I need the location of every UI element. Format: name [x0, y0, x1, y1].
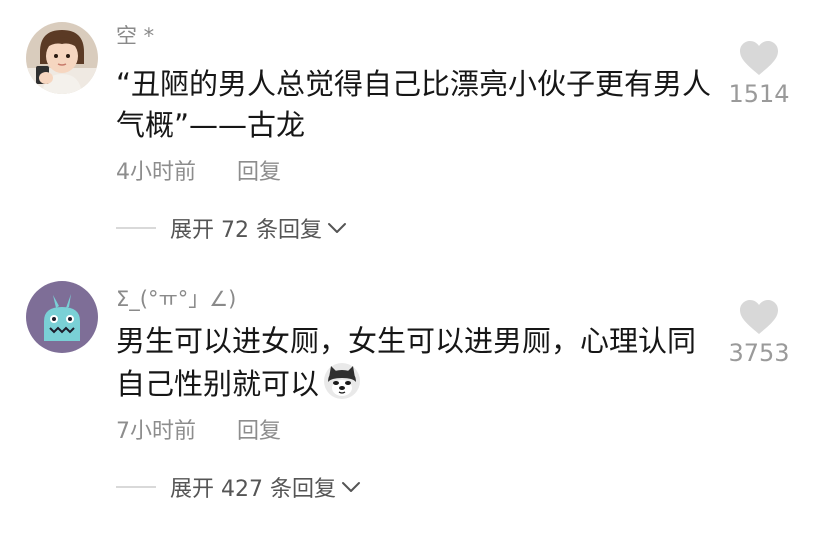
like-count: 3753 — [728, 339, 790, 367]
chevron-down-icon — [328, 223, 347, 233]
avatar[interactable] — [26, 281, 98, 353]
like-control[interactable]: 3753 — [717, 299, 801, 367]
comment-meta: 7小时前 回复 — [116, 413, 281, 445]
expand-replies-label: 展开 427 条回复 — [170, 477, 337, 502]
comment-meta: 4小时前 回复 — [116, 154, 281, 186]
comment-time: 7小时前 — [116, 419, 196, 444]
expand-replies-label: 展开 72 条回复 — [170, 218, 323, 243]
comment-item: 空 * “丑陋的男人总觉得自己比漂亮小伙子更有男人气概”——古龙 4小时前 回复… — [0, 0, 819, 265]
expand-replies-button[interactable]: 展开 72 条回复 — [116, 212, 348, 244]
reply-count: 72 — [221, 218, 250, 243]
comment-item: Σ_(°ㅠ°」∠) 男生可以进女厕，女生可以进男厕，心理认同自己性别就可以 7小… — [0, 265, 819, 535]
heart-icon[interactable] — [739, 40, 779, 76]
like-count: 1514 — [728, 80, 790, 108]
avatar[interactable] — [26, 22, 98, 94]
comment-text: “丑陋的男人总觉得自己比漂亮小伙子更有男人气概”——古龙 — [116, 67, 712, 142]
comment-list: 空 * “丑陋的男人总觉得自己比漂亮小伙子更有男人气概”——古龙 4小时前 回复… — [0, 0, 819, 535]
comment-text: 男生可以进女厕，女生可以进男厕，心理认同自己性别就可以 — [116, 321, 716, 405]
chevron-down-icon — [342, 482, 361, 492]
doge-emoji-icon — [324, 363, 361, 399]
comment-username[interactable]: 空 * — [116, 20, 154, 50]
heart-icon[interactable] — [739, 299, 779, 335]
reply-button[interactable]: 回复 — [237, 160, 281, 185]
divider-line — [116, 486, 156, 488]
like-control[interactable]: 1514 — [717, 40, 801, 108]
comment-text-content: 男生可以进女厕，女生可以进男厕，心理认同自己性别就可以 — [116, 324, 697, 401]
reply-count: 427 — [221, 477, 264, 502]
reply-button[interactable]: 回复 — [237, 419, 281, 444]
divider-line — [116, 227, 156, 229]
expand-replies-button[interactable]: 展开 427 条回复 — [116, 471, 362, 503]
comment-time: 4小时前 — [116, 160, 196, 185]
comment-username[interactable]: Σ_(°ㅠ°」∠) — [116, 283, 236, 313]
